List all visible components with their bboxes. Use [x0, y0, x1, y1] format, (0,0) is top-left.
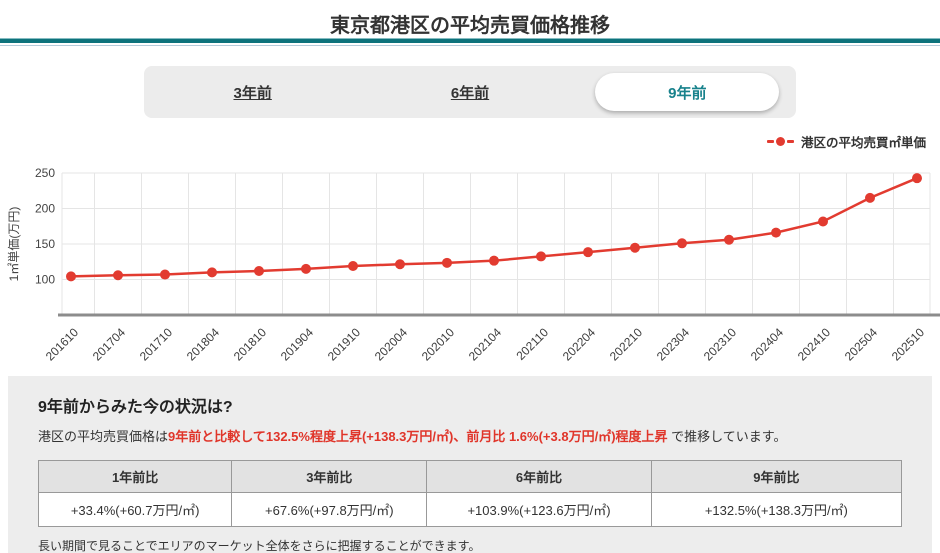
header-divider [0, 38, 940, 46]
header-1year: 1年前比 [37, 460, 233, 493]
svg-text:202204: 202204 [560, 325, 598, 363]
svg-text:201904: 201904 [278, 325, 316, 363]
svg-text:201910: 201910 [325, 325, 363, 363]
svg-text:100: 100 [35, 273, 55, 287]
tab-6years-label: 6年前 [450, 84, 490, 102]
svg-text:201810: 201810 [231, 325, 269, 363]
chart-legend[interactable]: 港区の平均売買㎡単価 [0, 132, 926, 150]
summary-text-suffix: で推移しています。 [667, 429, 787, 444]
header-6year: 6年前比 [426, 460, 652, 493]
svg-text:202404: 202404 [748, 325, 786, 363]
header-3year: 3年前比 [231, 460, 428, 493]
summary-text-prefix: 港区の平均売買価格は [38, 429, 169, 444]
svg-text:202310: 202310 [701, 325, 739, 363]
svg-text:202104: 202104 [466, 325, 504, 363]
summary-text: 港区の平均売買価格は9年前と比較して132.5%程度上昇(+138.3万円/㎡)… [38, 426, 902, 445]
value-9year: +132.5%(+138.3万円/㎡) [650, 492, 903, 527]
svg-text:201804: 201804 [184, 325, 222, 363]
header-9year: 9年前比 [650, 460, 903, 493]
svg-text:250: 250 [35, 166, 55, 180]
svg-text:200: 200 [35, 202, 55, 216]
table-value-row: +33.4%(+60.7万円/㎡) +67.6%(+97.8万円/㎡) +103… [37, 492, 903, 527]
tab-3years[interactable]: 3年前 [144, 66, 361, 118]
svg-text:202004: 202004 [372, 325, 410, 363]
summary-heading: 9年前からみた今の状況は? [38, 399, 233, 416]
svg-text:202504: 202504 [842, 325, 880, 363]
legend-dash-icon [766, 139, 774, 143]
svg-text:202210: 202210 [607, 325, 645, 363]
value-6year: +103.9%(+123.6万円/㎡) [426, 492, 652, 527]
legend-label: 港区の平均売買㎡単価 [800, 135, 926, 150]
page-title: 東京都港区の平均売買価格推移 [330, 15, 610, 37]
legend-dash-icon [786, 139, 794, 143]
tab-9years-active-pill: 9年前 [595, 73, 780, 111]
page: 東京都港区の平均売買価格推移 3年前 6年前 9年前 港区の平均売買㎡単価 10… [0, 0, 940, 553]
period-tabs: 3年前 6年前 9年前 [144, 66, 796, 118]
summary-text-highlight: 9年前と比較して132.5%程度上昇(+138.3万円/㎡)、前月比 1.6%(… [168, 429, 668, 444]
svg-text:201710: 201710 [137, 325, 175, 363]
svg-text:150: 150 [35, 237, 55, 251]
tab-9years[interactable]: 9年前 [579, 66, 796, 118]
svg-text:201704: 201704 [90, 325, 128, 363]
tab-9years-label: 9年前 [668, 84, 707, 102]
svg-text:202410: 202410 [795, 325, 833, 363]
panel-note: 長い期間で見ることでエリアのマーケット全体をさらに把握することができます。 [38, 539, 481, 553]
summary-panel: 9年前からみた今の状況は? 港区の平均売買価格は9年前と比較して132.5%程度… [8, 376, 932, 553]
value-1year: +33.4%(+60.7万円/㎡) [37, 492, 233, 527]
table-header-row: 1年前比 3年前比 6年前比 9年前比 [37, 460, 903, 493]
tab-3years-label: 3年前 [233, 84, 272, 102]
comparison-table: 1年前比 3年前比 6年前比 9年前比 +33.4%(+60.7万円/㎡) +6… [37, 460, 903, 527]
svg-text:202010: 202010 [419, 325, 457, 363]
value-3year: +67.6%(+97.8万円/㎡) [231, 492, 428, 527]
tab-6years[interactable]: 6年前 [361, 66, 578, 118]
svg-text:201610: 201610 [43, 325, 81, 363]
legend-dot-icon [775, 136, 785, 146]
svg-text:202304: 202304 [654, 325, 692, 363]
svg-text:202510: 202510 [889, 325, 927, 363]
svg-text:1㎡単価(万円): 1㎡単価(万円) [7, 207, 21, 282]
svg-text:202110: 202110 [514, 325, 552, 363]
price-trend-line-chart: 100 150 200 250 201610 201704 201710 201804 2018… [7, 166, 940, 363]
